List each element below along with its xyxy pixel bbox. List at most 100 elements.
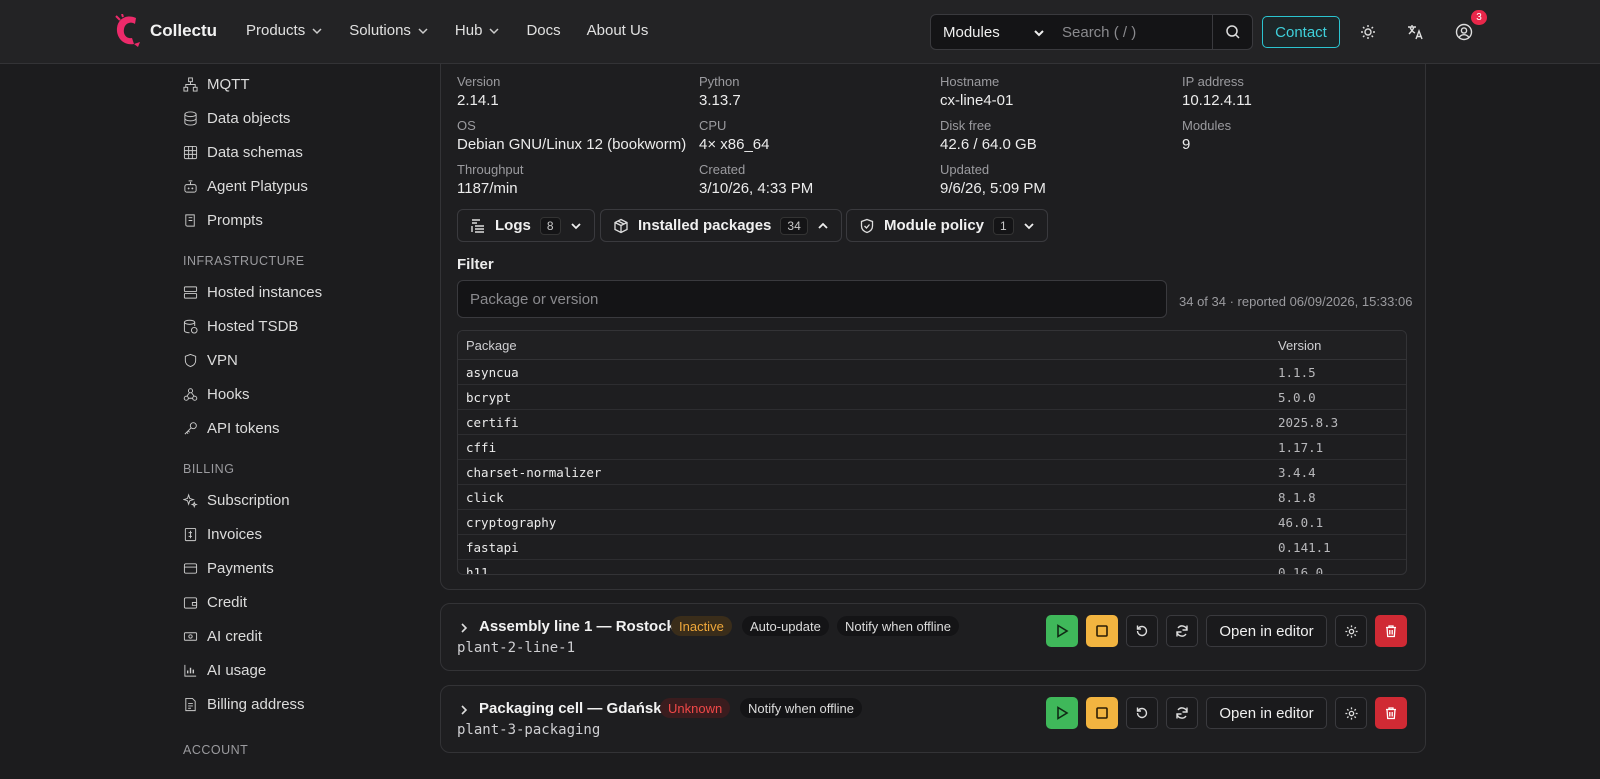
instance-title[interactable]: Packaging cell — Gdańsk: [479, 700, 662, 717]
notification-badge: 3: [1471, 10, 1487, 25]
gear-icon: [1344, 706, 1358, 720]
sidebar-item-api-tokens[interactable]: API tokens: [183, 418, 280, 438]
chevron-down-icon: [489, 27, 499, 34]
sidebar-item-label: Payments: [207, 559, 274, 577]
filter-label: Filter: [457, 256, 494, 273]
top-navbar: Collectu Products Solutions Hub Docs Abo…: [0, 0, 1600, 64]
chevron-down-icon: [418, 27, 428, 34]
package-filter-input[interactable]: [457, 280, 1167, 318]
package-icon: [614, 218, 628, 233]
chevron-right-icon[interactable]: [458, 704, 470, 716]
start-button[interactable]: [1046, 615, 1078, 647]
rotate-ccw-icon: [1136, 707, 1148, 719]
table-row: certifi 2025.8.3: [458, 410, 1406, 435]
sidebar-item-label: AI credit: [207, 627, 263, 645]
chevron-down-icon: [1024, 222, 1034, 229]
chevron-down-icon: [570, 222, 581, 229]
packages-table[interactable]: Package Version asyncua 1.1.5 bcrypt 5.0.0…: [457, 330, 1407, 575]
sidebar-item-invoices[interactable]: Invoices: [183, 524, 262, 544]
sidebar-item-data-objects[interactable]: Data objects: [183, 108, 290, 128]
sidebar-item-agent-platypus[interactable]: Agent Platypus: [183, 176, 308, 196]
language-button[interactable]: [1403, 20, 1427, 44]
sidebar-item-hosted-tsdb[interactable]: Hosted TSDB: [183, 316, 298, 336]
restart-button[interactable]: [1126, 615, 1158, 647]
open-in-editor-button[interactable]: Open in editor: [1206, 615, 1327, 647]
key-icon: [184, 421, 197, 434]
search-scope-select[interactable]: Modules: [930, 14, 1054, 50]
sidebar-item-credit[interactable]: Credit: [183, 592, 247, 612]
nav-products[interactable]: Products: [246, 22, 323, 39]
sidebar-item-ai-credit[interactable]: AI credit: [183, 626, 262, 646]
nav-docs[interactable]: Docs: [526, 22, 560, 39]
sidebar-item-data-schemas[interactable]: Data schemas: [183, 142, 303, 162]
network-icon: [183, 76, 198, 92]
column-header-version: Version: [1278, 337, 1322, 353]
status-badge: Unknown: [660, 698, 731, 718]
sidebar-item-ai-usage[interactable]: AI usage: [183, 660, 266, 680]
chevron-right-icon[interactable]: [458, 622, 470, 634]
account-button[interactable]: [1452, 20, 1476, 44]
instance-card: Assembly line 1 — Rostock Inactive Auto-…: [440, 603, 1426, 671]
sidebar-item-label: Hooks: [207, 385, 250, 403]
start-button[interactable]: [1046, 697, 1078, 729]
notify-offline-badge: Notify when offline: [837, 616, 959, 636]
sidebar-item-hosted-instances[interactable]: Hosted instances: [183, 282, 322, 302]
table-row: asyncua 1.1.5: [458, 360, 1406, 385]
disk-value: 42.6 / 64.0 GB: [940, 136, 1037, 153]
nav-solutions[interactable]: Solutions: [349, 22, 429, 39]
nav-label: Hub: [454, 22, 483, 39]
policy-label: Module policy: [884, 217, 985, 234]
instance-id: plant-3-packaging: [457, 722, 601, 738]
refresh-button[interactable]: [1166, 697, 1198, 729]
delete-button[interactable]: [1375, 615, 1407, 647]
sidebar-item-label: MQTT: [207, 75, 250, 93]
stop-button[interactable]: [1086, 615, 1118, 647]
refresh-button[interactable]: [1166, 615, 1198, 647]
instance-title[interactable]: Assembly line 1 — Rostock: [479, 618, 675, 635]
installed-packages-toggle-button[interactable]: Installed packages 34: [600, 209, 842, 242]
version-value: 2.14.1: [457, 92, 499, 109]
restart-button[interactable]: [1126, 697, 1158, 729]
nav-hub[interactable]: Hub: [455, 22, 501, 39]
sidebar-item-hooks[interactable]: Hooks: [183, 384, 250, 404]
modules-value: 9: [1182, 136, 1191, 153]
logs-toggle-button[interactable]: Logs 8: [457, 209, 595, 242]
cpu-label: CPU: [699, 118, 727, 133]
sidebar-item-billing-address[interactable]: Billing address: [183, 694, 305, 714]
sidebar-item-label: Prompts: [207, 211, 263, 229]
sidebar-item-payments[interactable]: Payments: [183, 558, 274, 578]
brand-logo[interactable]: Collectu: [114, 14, 217, 48]
settings-button[interactable]: [1335, 615, 1367, 647]
shield-icon: [184, 353, 197, 367]
module-policy-toggle-button[interactable]: Module policy 1: [846, 209, 1048, 242]
file-text-icon: [185, 697, 196, 711]
theme-toggle-button[interactable]: [1356, 20, 1380, 44]
server-icon: [183, 285, 198, 299]
sidebar-item-label: Invoices: [207, 525, 263, 543]
sidebar-item-prompts[interactable]: Prompts: [183, 210, 263, 230]
sidebar-item-subscription[interactable]: Subscription: [183, 490, 290, 510]
settings-button[interactable]: [1335, 697, 1367, 729]
select-value: Modules: [943, 23, 1000, 41]
search-input[interactable]: [1053, 14, 1213, 50]
sidebar-item-label: Data objects: [207, 109, 291, 127]
receipt-icon: [184, 527, 197, 541]
open-in-editor-button[interactable]: Open in editor: [1206, 697, 1327, 729]
contact-button[interactable]: Contact: [1262, 16, 1340, 48]
main-nav: Products Solutions Hub Docs About Us: [246, 22, 674, 39]
book-icon: [185, 213, 195, 227]
created-value: 3/10/26, 4:33 PM: [699, 180, 814, 197]
stop-button[interactable]: [1086, 697, 1118, 729]
hostname-label: Hostname: [940, 74, 1000, 89]
sparkles-icon: [183, 492, 198, 508]
nav-label: About Us: [586, 22, 649, 39]
ip-label: IP address: [1182, 74, 1244, 89]
filter-meta-text: 34 of 34 · reported 06/09/2026, 15:33:06: [1179, 294, 1413, 309]
delete-button[interactable]: [1375, 697, 1407, 729]
nav-about[interactable]: About Us: [587, 22, 649, 39]
column-header-package: Package: [466, 337, 517, 353]
play-icon: [1057, 624, 1069, 638]
sidebar-item-mqtt[interactable]: MQTT: [183, 74, 250, 94]
sidebar-item-vpn[interactable]: VPN: [183, 350, 238, 370]
search-button[interactable]: [1212, 14, 1253, 50]
